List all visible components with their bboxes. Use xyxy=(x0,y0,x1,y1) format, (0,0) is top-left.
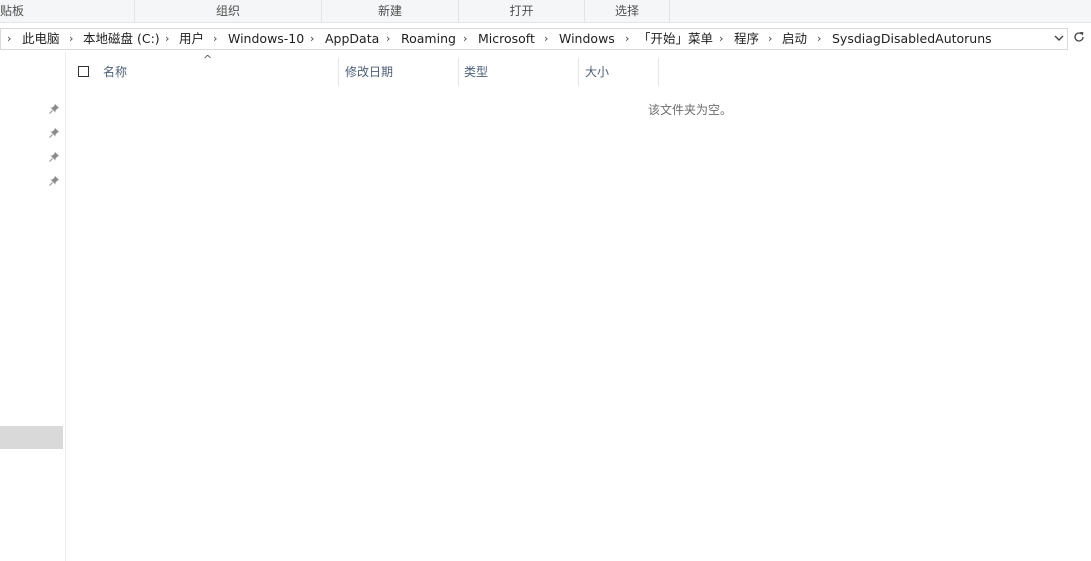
breadcrumb-windows[interactable]: Windows xyxy=(559,29,615,49)
chevron-right-icon[interactable]: › xyxy=(7,29,11,49)
breadcrumb-roaming[interactable]: Roaming xyxy=(401,29,456,49)
breadcrumb-separator-icon[interactable]: › xyxy=(310,29,314,49)
ribbon-group-clipboard: 贴板 xyxy=(0,0,135,22)
refresh-icon[interactable] xyxy=(1069,28,1089,50)
breadcrumb-startup[interactable]: 启动 xyxy=(782,29,807,49)
breadcrumb-separator-icon[interactable]: › xyxy=(69,29,73,49)
ribbon-group-select: 选择 xyxy=(585,0,670,22)
column-header-type[interactable]: 类型 xyxy=(464,58,488,86)
pin-icon[interactable] xyxy=(48,176,60,188)
breadcrumb-this-pc[interactable]: 此电脑 xyxy=(22,29,60,49)
breadcrumb-separator-icon[interactable]: › xyxy=(463,29,467,49)
breadcrumb-separator-icon[interactable]: › xyxy=(768,29,772,49)
ribbon-group-new: 新建 xyxy=(322,0,459,22)
ribbon-divider xyxy=(0,22,1091,23)
column-header-size[interactable]: 大小 xyxy=(585,58,609,86)
breadcrumb-separator-icon[interactable]: › xyxy=(544,29,548,49)
address-bar[interactable]: › 此电脑 › 本地磁盘 (C:) › 用户 › Windows-10 › Ap… xyxy=(0,28,1068,50)
pin-icon[interactable] xyxy=(48,104,60,116)
breadcrumb-separator-icon[interactable]: › xyxy=(213,29,217,49)
breadcrumb-local-disk[interactable]: 本地磁盘 (C:) xyxy=(83,29,160,49)
column-divider[interactable] xyxy=(338,58,339,86)
ribbon-group-organize: 组织 xyxy=(135,0,322,22)
nav-selected-item[interactable] xyxy=(0,426,63,449)
breadcrumb-appdata[interactable]: AppData xyxy=(325,29,379,49)
breadcrumb-users[interactable]: 用户 xyxy=(179,29,204,49)
column-divider[interactable] xyxy=(658,58,659,86)
select-all-checkbox[interactable] xyxy=(78,66,89,77)
column-divider[interactable] xyxy=(458,58,459,86)
breadcrumb-separator-icon[interactable]: › xyxy=(817,29,821,49)
empty-folder-message: 该文件夹为空。 xyxy=(648,103,733,117)
ribbon-group-open: 打开 xyxy=(459,0,585,22)
ribbon-group-labels: 贴板 组织 新建 打开 选择 xyxy=(0,0,1091,22)
column-divider[interactable] xyxy=(578,58,579,86)
pin-icon[interactable] xyxy=(48,152,60,164)
breadcrumb-separator-icon[interactable]: › xyxy=(386,29,390,49)
breadcrumb-separator-icon[interactable]: › xyxy=(719,29,723,49)
breadcrumb-programs[interactable]: 程序 xyxy=(734,29,759,49)
column-header-date-modified[interactable]: 修改日期 xyxy=(345,58,393,86)
column-header-row: ^ 名称 修改日期 类型 大小 xyxy=(66,53,666,86)
chevron-down-icon[interactable] xyxy=(1051,29,1067,49)
breadcrumb-separator-icon[interactable]: › xyxy=(625,29,629,49)
column-header-name[interactable]: 名称 xyxy=(103,58,127,86)
pin-icon[interactable] xyxy=(48,128,60,140)
breadcrumb-microsoft[interactable]: Microsoft xyxy=(478,29,535,49)
navigation-pane[interactable] xyxy=(0,52,66,561)
breadcrumb-start-menu[interactable]: 「开始」菜单 xyxy=(638,29,713,49)
breadcrumb-current-folder[interactable]: SysdiagDisabledAutoruns xyxy=(832,29,992,49)
sort-ascending-icon: ^ xyxy=(203,53,213,66)
breadcrumb-separator-icon[interactable]: › xyxy=(165,29,169,49)
breadcrumb-user-folder[interactable]: Windows-10 xyxy=(228,29,304,49)
